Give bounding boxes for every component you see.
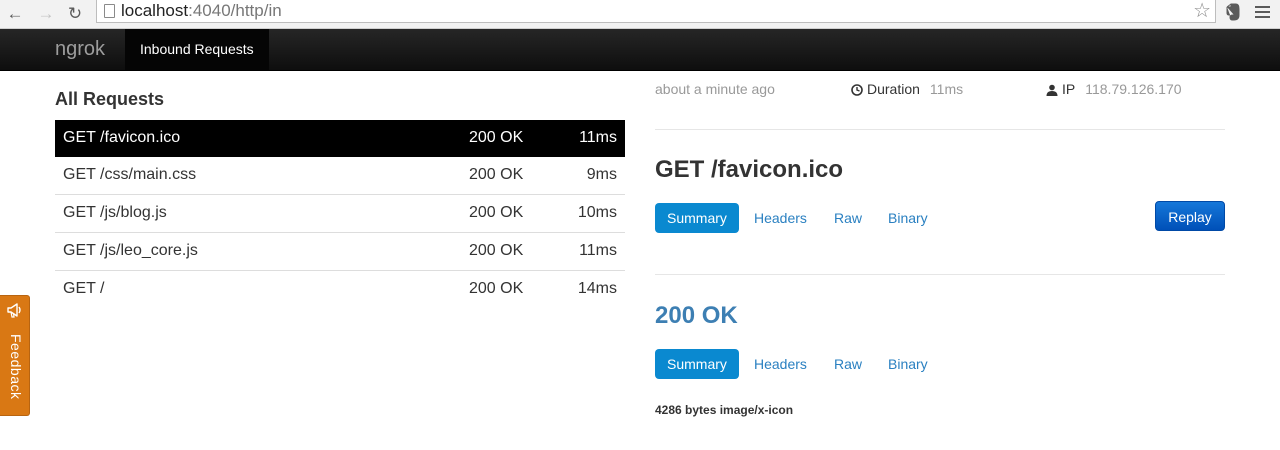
address-bar[interactable]: localhost:4040/http/in ☆ (96, 0, 1216, 23)
ip-value: 118.79.126.170 (1085, 81, 1182, 97)
request-status: 200 OK (469, 129, 524, 146)
tab-response-summary[interactable]: Summary (655, 349, 739, 379)
address-text: localhost:4040/http/in (121, 1, 282, 21)
back-button[interactable]: ← (4, 3, 26, 25)
table-row[interactable]: GET / 200 OK 14ms (55, 271, 625, 308)
request-path: GET /css/main.css (63, 166, 197, 183)
requests-table: GET /favicon.ico 200 OK 11ms GET /css/ma… (55, 120, 625, 308)
divider (655, 129, 1225, 130)
request-duration: 11ms (579, 129, 617, 146)
ip-label: IP (1062, 81, 1076, 97)
request-path: GET /js/blog.js (63, 204, 167, 221)
top-navbar: ngrok Inbound Requests (0, 29, 1280, 71)
request-path: GET /favicon.ico (63, 129, 181, 146)
feedback-label: Feedback (8, 334, 24, 400)
tab-response-raw[interactable]: Raw (834, 349, 862, 379)
user-icon (1046, 84, 1058, 96)
request-duration: 11ms (579, 242, 617, 259)
page-icon (104, 4, 115, 18)
duration-label: Duration (867, 81, 920, 97)
replay-button[interactable]: Replay (1155, 201, 1225, 231)
request-status: 200 OK (469, 204, 524, 221)
request-tabs: Summary Headers Raw Binary (655, 203, 955, 233)
request-duration: 14ms (577, 280, 617, 297)
nav-inbound-requests[interactable]: Inbound Requests (125, 29, 269, 70)
evernote-icon[interactable] (1224, 3, 1240, 21)
request-status: 200 OK (469, 280, 524, 297)
star-icon[interactable]: ☆ (1193, 0, 1211, 22)
brand-logo[interactable]: ngrok (55, 38, 105, 61)
request-path: GET / (63, 280, 105, 297)
request-duration: 10ms (577, 204, 617, 221)
request-duration: 9ms (586, 166, 617, 183)
arrow-right-icon: → (37, 4, 55, 23)
request-path: GET /js/leo_core.js (63, 242, 198, 259)
tab-response-binary[interactable]: Binary (888, 349, 928, 379)
ip-meta: IP 118.79.126.170 (1046, 80, 1182, 98)
reload-button[interactable]: ↻ (64, 3, 86, 25)
url-path: :4040/http/in (188, 1, 282, 20)
table-row[interactable]: GET /css/main.css 200 OK 9ms (55, 157, 625, 195)
request-title: GET /favicon.ico (655, 156, 844, 183)
tab-response-headers[interactable]: Headers (754, 349, 807, 379)
url-host: localhost (121, 1, 189, 20)
divider (655, 274, 1225, 275)
request-time-ago: about a minute ago (655, 81, 775, 97)
table-row[interactable]: GET /js/leo_core.js 200 OK 11ms (55, 233, 625, 271)
arrow-left-icon: ← (6, 4, 24, 23)
table-row[interactable]: GET /js/blog.js 200 OK 10ms (55, 195, 625, 233)
tab-request-binary[interactable]: Binary (888, 203, 928, 233)
reload-icon: ↻ (67, 4, 83, 23)
response-summary: 4286 bytes image/x-icon (655, 403, 794, 417)
browser-toolbar: ← → ↻ localhost:4040/http/in ☆ (0, 0, 1280, 29)
clock-icon (851, 84, 863, 96)
response-tabs: Summary Headers Raw Binary (655, 349, 955, 379)
megaphone-icon (7, 303, 21, 318)
feedback-tab[interactable]: Feedback (0, 295, 30, 416)
all-requests-heading: All Requests (55, 89, 165, 109)
duration-meta: Duration 11ms (851, 80, 963, 98)
response-title: 200 OK (655, 302, 738, 329)
tab-request-headers[interactable]: Headers (754, 203, 807, 233)
table-row[interactable]: GET /favicon.ico 200 OK 11ms (55, 120, 625, 157)
duration-value: 11ms (929, 81, 964, 97)
tab-request-raw[interactable]: Raw (834, 203, 862, 233)
tab-request-summary[interactable]: Summary (655, 203, 739, 233)
request-status: 200 OK (469, 166, 524, 183)
request-status: 200 OK (469, 242, 524, 259)
hamburger-menu-icon[interactable] (1255, 6, 1270, 21)
forward-button[interactable]: → (35, 3, 57, 25)
